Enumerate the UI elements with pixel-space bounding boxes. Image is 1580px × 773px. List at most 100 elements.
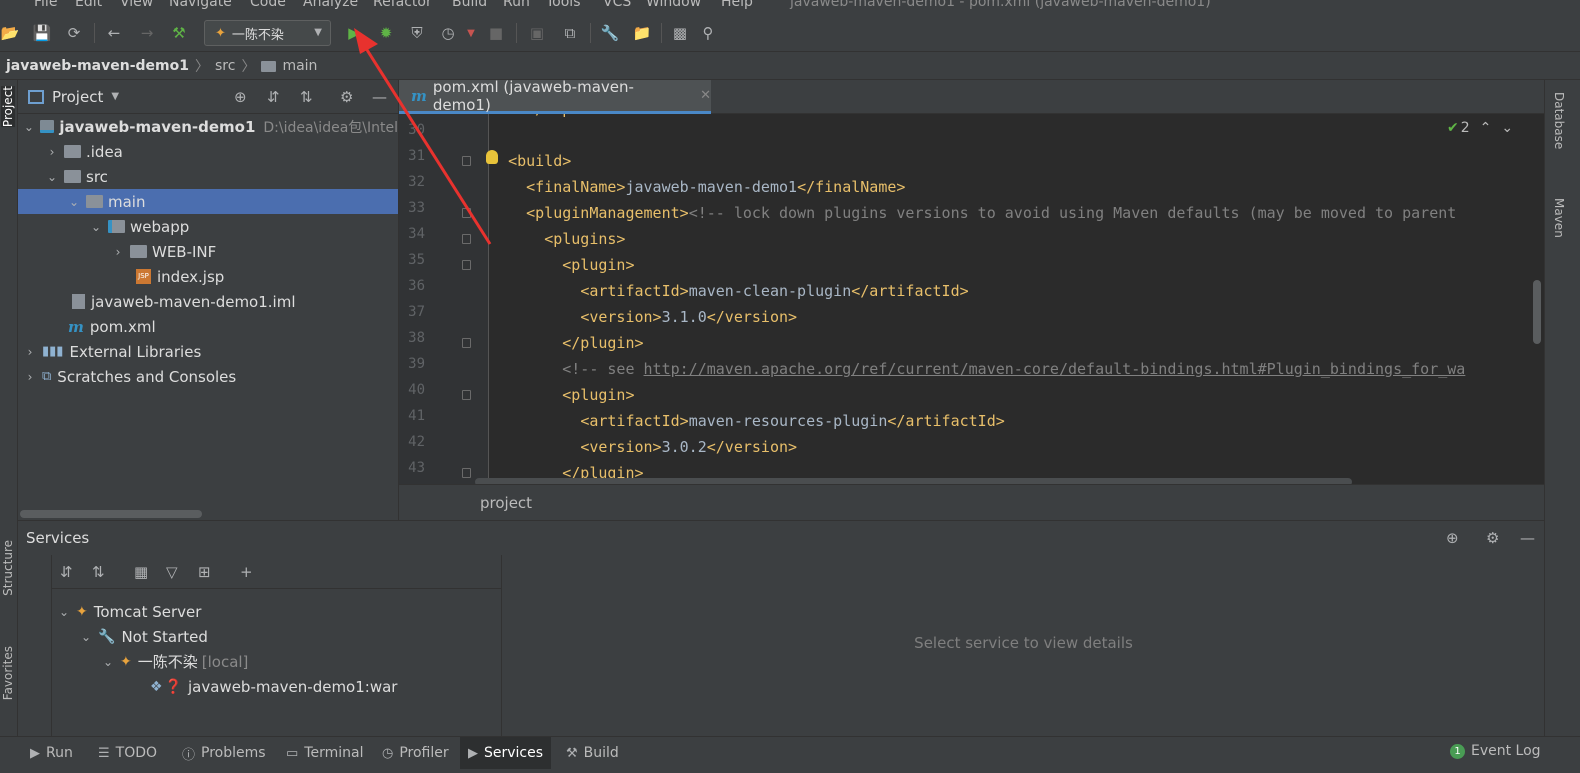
tree-item-src[interactable]: ⌄ src — [18, 164, 398, 189]
fold-marker-icon[interactable] — [462, 156, 471, 166]
chevron-down-icon[interactable]: ⌄ — [56, 605, 72, 619]
database-tool-tab[interactable]: Database — [1552, 92, 1566, 149]
chevron-right-icon[interactable]: › — [22, 345, 38, 359]
hide-icon[interactable]: — — [1520, 529, 1535, 547]
project-structure-icon[interactable]: 📁 — [632, 23, 652, 43]
structure-tool-tab[interactable]: Structure — [1, 540, 15, 596]
chevron-down-icon[interactable]: ⌄ — [44, 170, 60, 184]
project-tool-tab[interactable]: Project — [1, 86, 15, 128]
debug-icon[interactable]: ✹ — [376, 23, 396, 43]
bottom-tab-build[interactable]: ⚒ Build — [558, 737, 627, 769]
run-configuration-dropdown[interactable]: ✦ 一陈不染 ▼ — [204, 20, 331, 46]
tree-item-pom[interactable]: m pom.xml — [18, 314, 398, 339]
add-icon[interactable]: + — [240, 563, 253, 581]
fold-marker-icon[interactable] — [462, 234, 471, 244]
project-panel-title[interactable]: Project — [52, 88, 103, 106]
tree-item-iml[interactable]: javaweb-maven-demo1.iml — [18, 289, 398, 314]
chevron-down-icon[interactable]: ⌄ — [88, 220, 104, 234]
tree-item-scratches[interactable]: › ⧉ Scratches and Consoles — [18, 364, 398, 389]
close-icon[interactable]: ✕ — [700, 88, 711, 103]
chevron-down-icon[interactable]: ⌄ — [78, 630, 94, 644]
chevron-up-icon[interactable]: ⌃ — [1480, 120, 1492, 136]
editor-breadcrumb[interactable]: project — [399, 484, 1544, 520]
add-service-icon[interactable]: ⊕ — [1446, 529, 1459, 547]
breadcrumb-main[interactable]: main — [282, 58, 317, 74]
menu-tools[interactable]: Tools — [546, 0, 581, 10]
editor-vertical-scrollbar[interactable] — [1533, 280, 1541, 344]
tab-pom-xml[interactable]: m pom.xml (javaweb-maven-demo1) ✕ — [399, 78, 711, 114]
fold-marker-icon[interactable] — [462, 208, 471, 218]
maven-tool-tab[interactable]: Maven — [1552, 198, 1566, 238]
chevron-right-icon[interactable]: › — [22, 370, 38, 384]
menu-build[interactable]: Build — [452, 0, 487, 10]
lightbulb-icon[interactable] — [486, 150, 498, 164]
filter-icon[interactable]: ▽ — [166, 563, 178, 581]
bottom-tab-profiler[interactable]: ◷ Profiler — [374, 737, 457, 769]
attach-debugger-icon[interactable]: ▣ — [527, 23, 547, 43]
service-tomcat-server[interactable]: ⌄ ✦ Tomcat Server — [56, 599, 201, 624]
chevron-down-icon[interactable]: ⌄ — [100, 655, 116, 669]
sync-icon[interactable]: ⟳ — [64, 23, 84, 43]
search-icon[interactable]: ⚲ — [698, 23, 718, 43]
favorites-tool-tab[interactable]: Favorites — [1, 646, 15, 700]
project-horizontal-scrollbar[interactable] — [20, 510, 202, 518]
fold-marker-icon[interactable] — [462, 390, 471, 400]
tree-item-external-libraries[interactable]: › ▮▮▮ External Libraries — [18, 339, 398, 364]
expand-all-icon[interactable]: ⇵ — [267, 88, 280, 106]
fold-marker-icon[interactable] — [462, 468, 471, 478]
event-log[interactable]: 1 Event Log — [1450, 743, 1541, 759]
breadcrumb-src[interactable]: src — [215, 58, 235, 74]
menu-help[interactable]: Help — [721, 0, 753, 10]
back-icon[interactable]: ← — [104, 23, 124, 43]
open-icon[interactable]: 📂 — [0, 23, 20, 43]
menu-window[interactable]: Window — [646, 0, 701, 10]
settings-wrench-icon[interactable]: 🔧 — [600, 23, 620, 43]
tree-item-project-root[interactable]: ⌄ javaweb-maven-demo1 D:\idea\idea包\Inte… — [18, 114, 398, 139]
menu-edit[interactable]: Edit — [75, 0, 102, 10]
tree-item-webapp[interactable]: ⌄ webapp — [18, 214, 398, 239]
hide-icon[interactable]: — — [372, 88, 387, 106]
fold-marker-icon[interactable] — [462, 260, 471, 270]
bottom-tab-todo[interactable]: ☰ TODO — [90, 737, 165, 769]
build-hammer-icon[interactable]: ⚒ — [169, 23, 189, 43]
breadcrumb-project[interactable]: javaweb-maven-demo1 — [6, 58, 189, 74]
bottom-tab-terminal[interactable]: ▭ Terminal — [278, 737, 371, 769]
menu-vcs[interactable]: VCS — [603, 0, 631, 10]
chevron-down-icon[interactable]: ▼ — [111, 91, 119, 102]
menu-navigate[interactable]: Navigate — [169, 0, 232, 10]
menu-analyze[interactable]: Analyze — [303, 0, 358, 10]
coverage-icon[interactable]: ⛨ — [407, 23, 427, 43]
profile-icon[interactable]: ◷ — [438, 23, 458, 43]
menu-file[interactable]: File — [34, 0, 57, 10]
stop-icon[interactable]: ■ — [486, 23, 506, 43]
collapse-all-icon[interactable]: ⇅ — [92, 563, 105, 581]
menu-code[interactable]: Code — [250, 0, 286, 10]
update-project-icon[interactable]: ⧉ — [560, 23, 580, 43]
chevron-down-icon[interactable]: ⌄ — [66, 195, 82, 209]
collapse-all-icon[interactable]: ⇅ — [300, 88, 313, 106]
profile-dropdown-icon[interactable]: ▼ — [461, 23, 481, 43]
presentation-icon[interactable]: ▩ — [670, 23, 690, 43]
chevron-down-icon[interactable]: ⌄ — [22, 120, 36, 134]
tree-item-index-jsp[interactable]: JSP index.jsp — [18, 264, 398, 289]
tree-item-web-inf[interactable]: › WEB-INF — [18, 239, 398, 264]
forward-icon[interactable]: → — [137, 23, 157, 43]
chevron-right-icon[interactable]: › — [110, 245, 126, 259]
menu-view[interactable]: View — [120, 0, 153, 10]
tree-item-idea[interactable]: › .idea — [18, 139, 398, 164]
expand-all-icon[interactable]: ⇵ — [60, 563, 73, 581]
menu-refactor[interactable]: Refactor — [373, 0, 432, 10]
gear-icon[interactable]: ⚙ — [1486, 529, 1499, 547]
run-icon[interactable]: ▶ — [344, 23, 364, 43]
fold-marker-icon[interactable] — [462, 338, 471, 348]
gear-icon[interactable]: ⚙ — [340, 88, 353, 106]
chevron-right-icon[interactable]: › — [44, 145, 60, 159]
inspection-widget[interactable]: ✔ 2 ⌃ ⌄ — [1447, 120, 1513, 136]
bottom-tab-run[interactable]: ▶ Run — [22, 737, 81, 769]
service-artifact-war[interactable]: ❖ ❓ javaweb-maven-demo1:war — [150, 674, 397, 699]
new-tab-icon[interactable]: ⊞ — [198, 563, 211, 581]
group-by-icon[interactable]: ▦ — [134, 563, 148, 581]
bottom-tab-services[interactable]: ▶ Services — [460, 737, 552, 769]
locate-icon[interactable]: ⊕ — [234, 88, 247, 106]
menu-run[interactable]: Run — [503, 0, 530, 10]
